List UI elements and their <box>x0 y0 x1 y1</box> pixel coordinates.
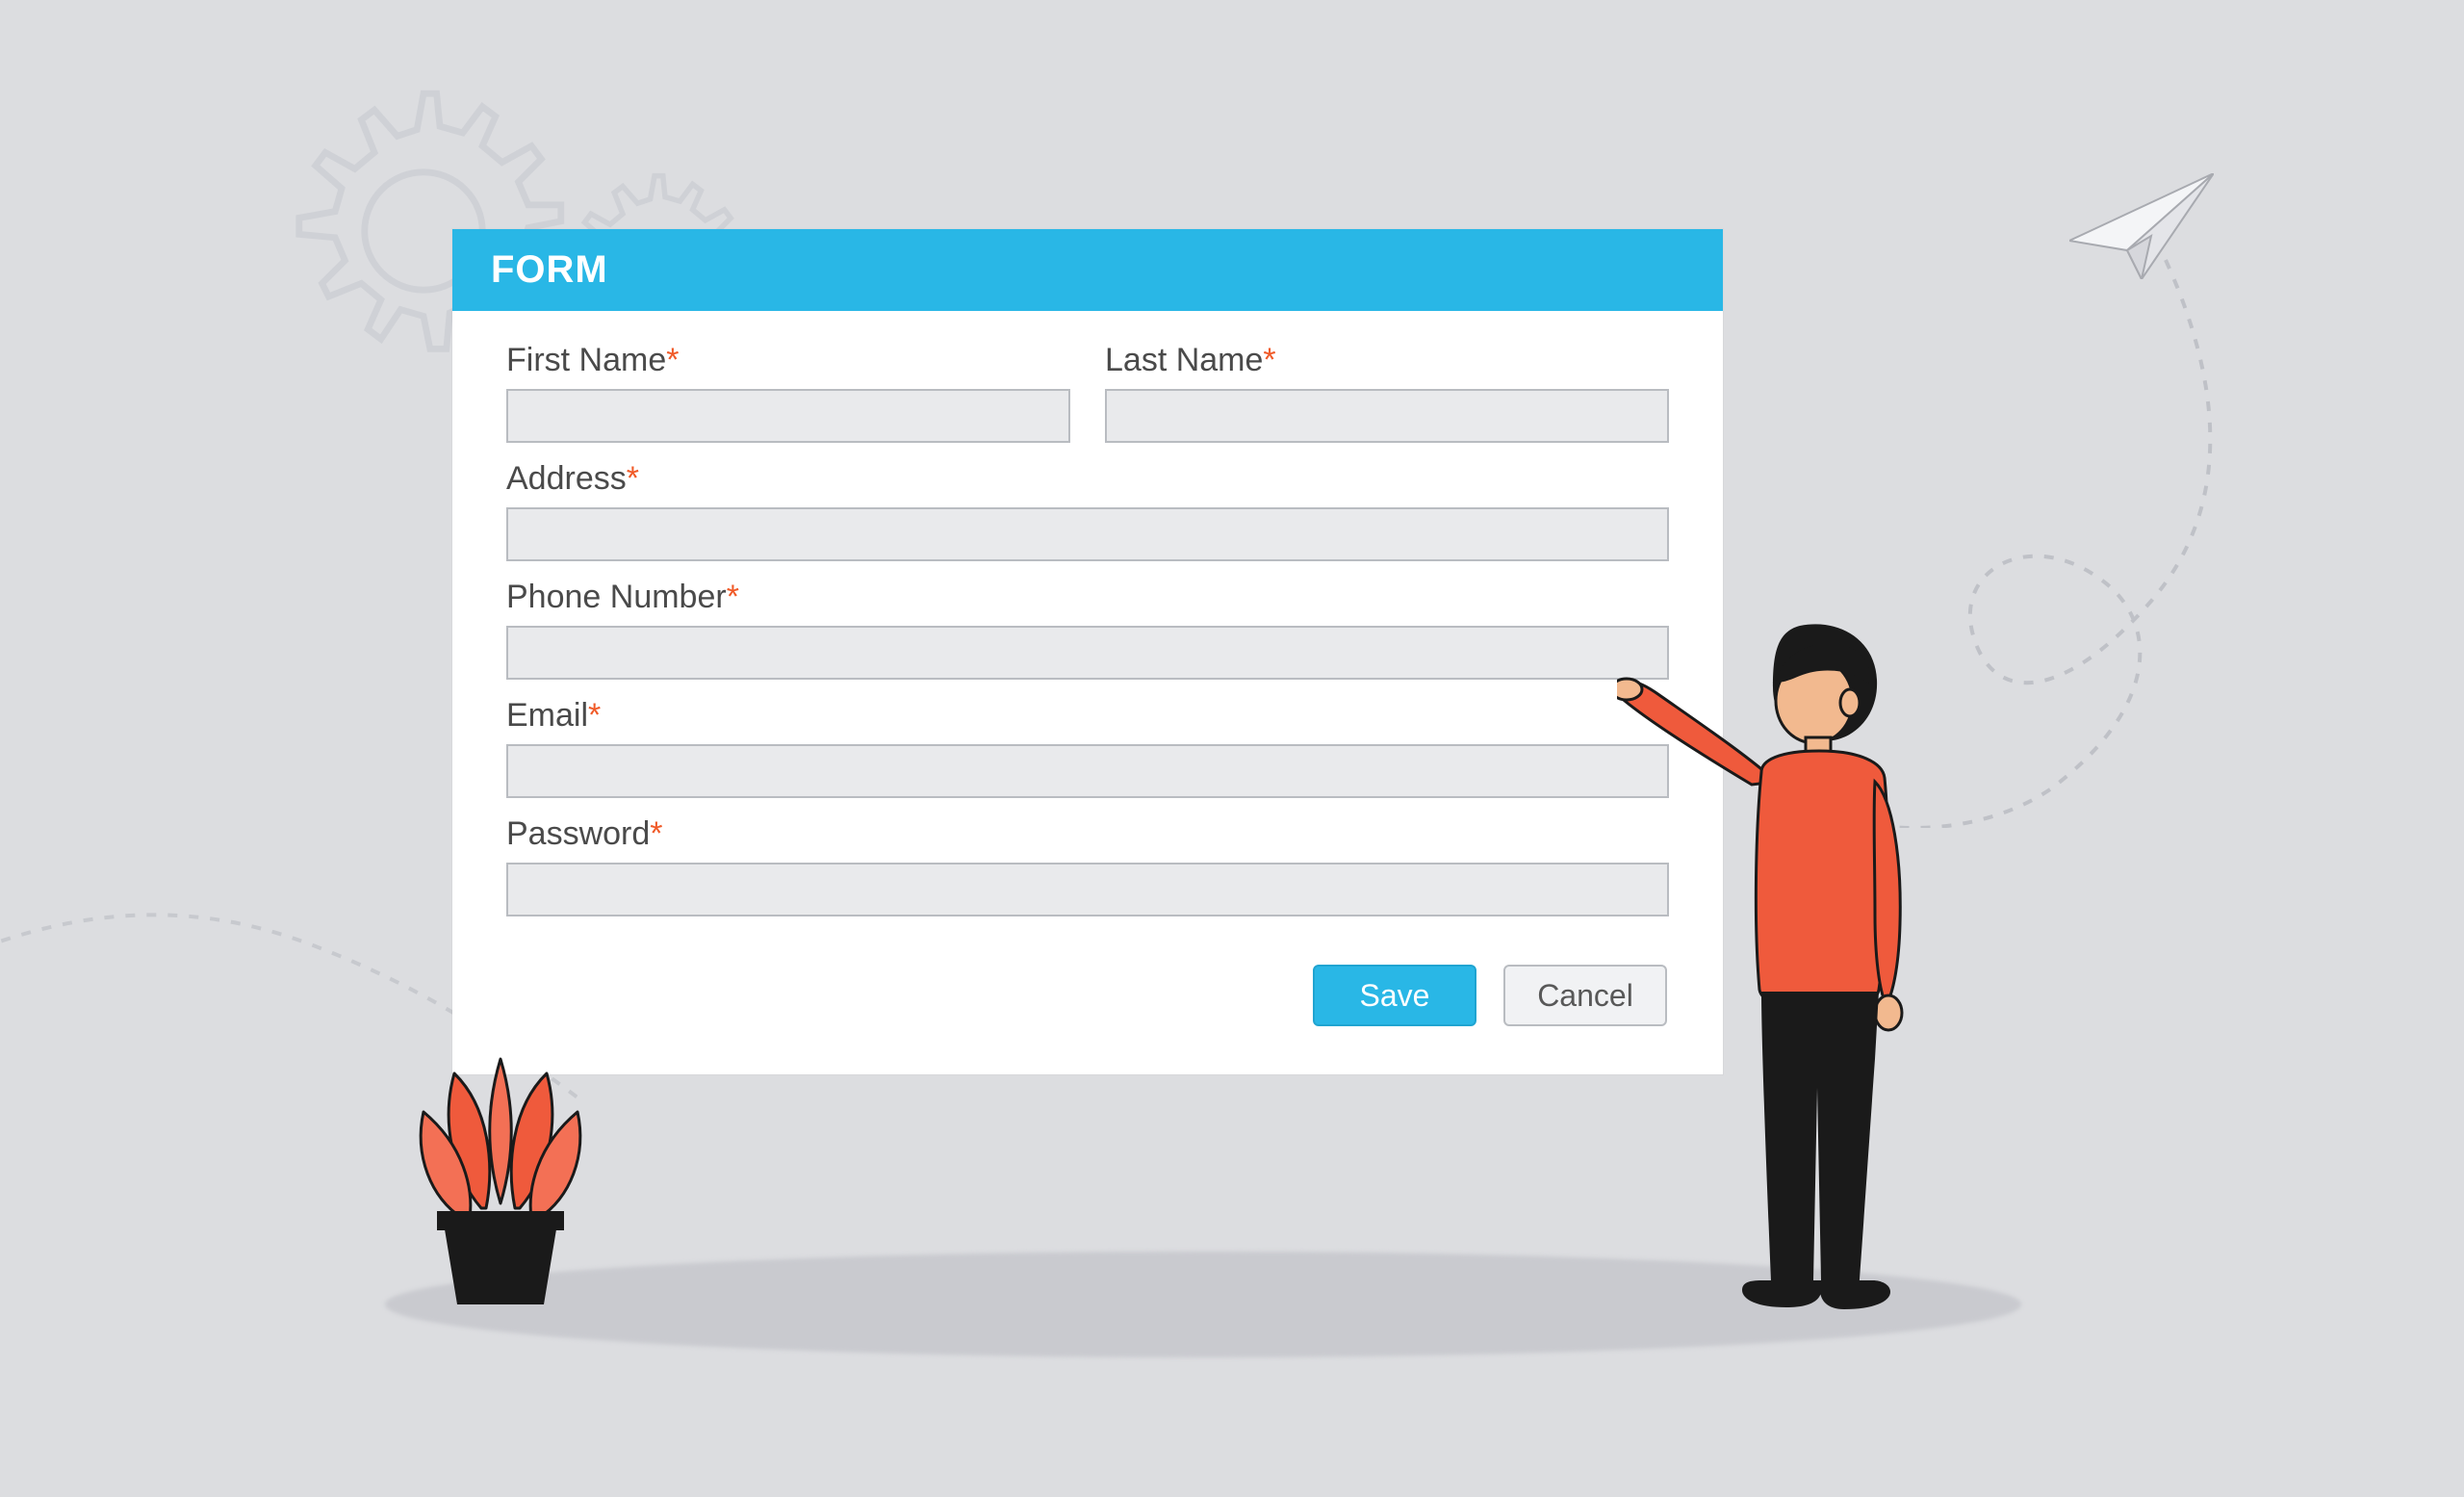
label-text: Email <box>506 697 588 734</box>
email-label: Email* <box>506 697 1669 735</box>
phone-field: Phone Number* <box>506 579 1669 680</box>
required-marker: * <box>627 460 639 497</box>
password-label: Password* <box>506 815 1669 853</box>
form-actions: Save Cancel <box>506 965 1669 1026</box>
phone-input[interactable] <box>506 626 1669 680</box>
first-name-input[interactable] <box>506 389 1070 443</box>
last-name-label: Last Name* <box>1105 342 1669 379</box>
password-field: Password* <box>506 815 1669 916</box>
label-text: First Name <box>506 342 666 378</box>
required-marker: * <box>588 697 601 734</box>
phone-label: Phone Number* <box>506 579 1669 616</box>
label-text: Address <box>506 460 627 497</box>
save-button[interactable]: Save <box>1313 965 1476 1026</box>
form-card: FORM First Name* Last Name* Address* <box>452 229 1723 1074</box>
last-name-input[interactable] <box>1105 389 1669 443</box>
first-name-label: First Name* <box>506 342 1070 379</box>
last-name-field: Last Name* <box>1105 342 1669 443</box>
required-marker: * <box>666 342 679 378</box>
person-illustration <box>1617 607 1964 1319</box>
label-text: Password <box>506 815 650 852</box>
email-input[interactable] <box>506 744 1669 798</box>
email-field: Email* <box>506 697 1669 798</box>
address-input[interactable] <box>506 507 1669 561</box>
address-field: Address* <box>506 460 1669 561</box>
required-marker: * <box>1263 342 1275 378</box>
label-text: Last Name <box>1105 342 1263 378</box>
label-text: Phone Number <box>506 579 727 615</box>
required-marker: * <box>727 579 739 615</box>
plant-illustration <box>395 1001 606 1309</box>
first-name-field: First Name* <box>506 342 1070 443</box>
password-input[interactable] <box>506 863 1669 916</box>
form-body: First Name* Last Name* Address* <box>452 311 1723 1074</box>
required-marker: * <box>650 815 662 852</box>
address-label: Address* <box>506 460 1669 498</box>
form-title: FORM <box>452 229 1723 311</box>
